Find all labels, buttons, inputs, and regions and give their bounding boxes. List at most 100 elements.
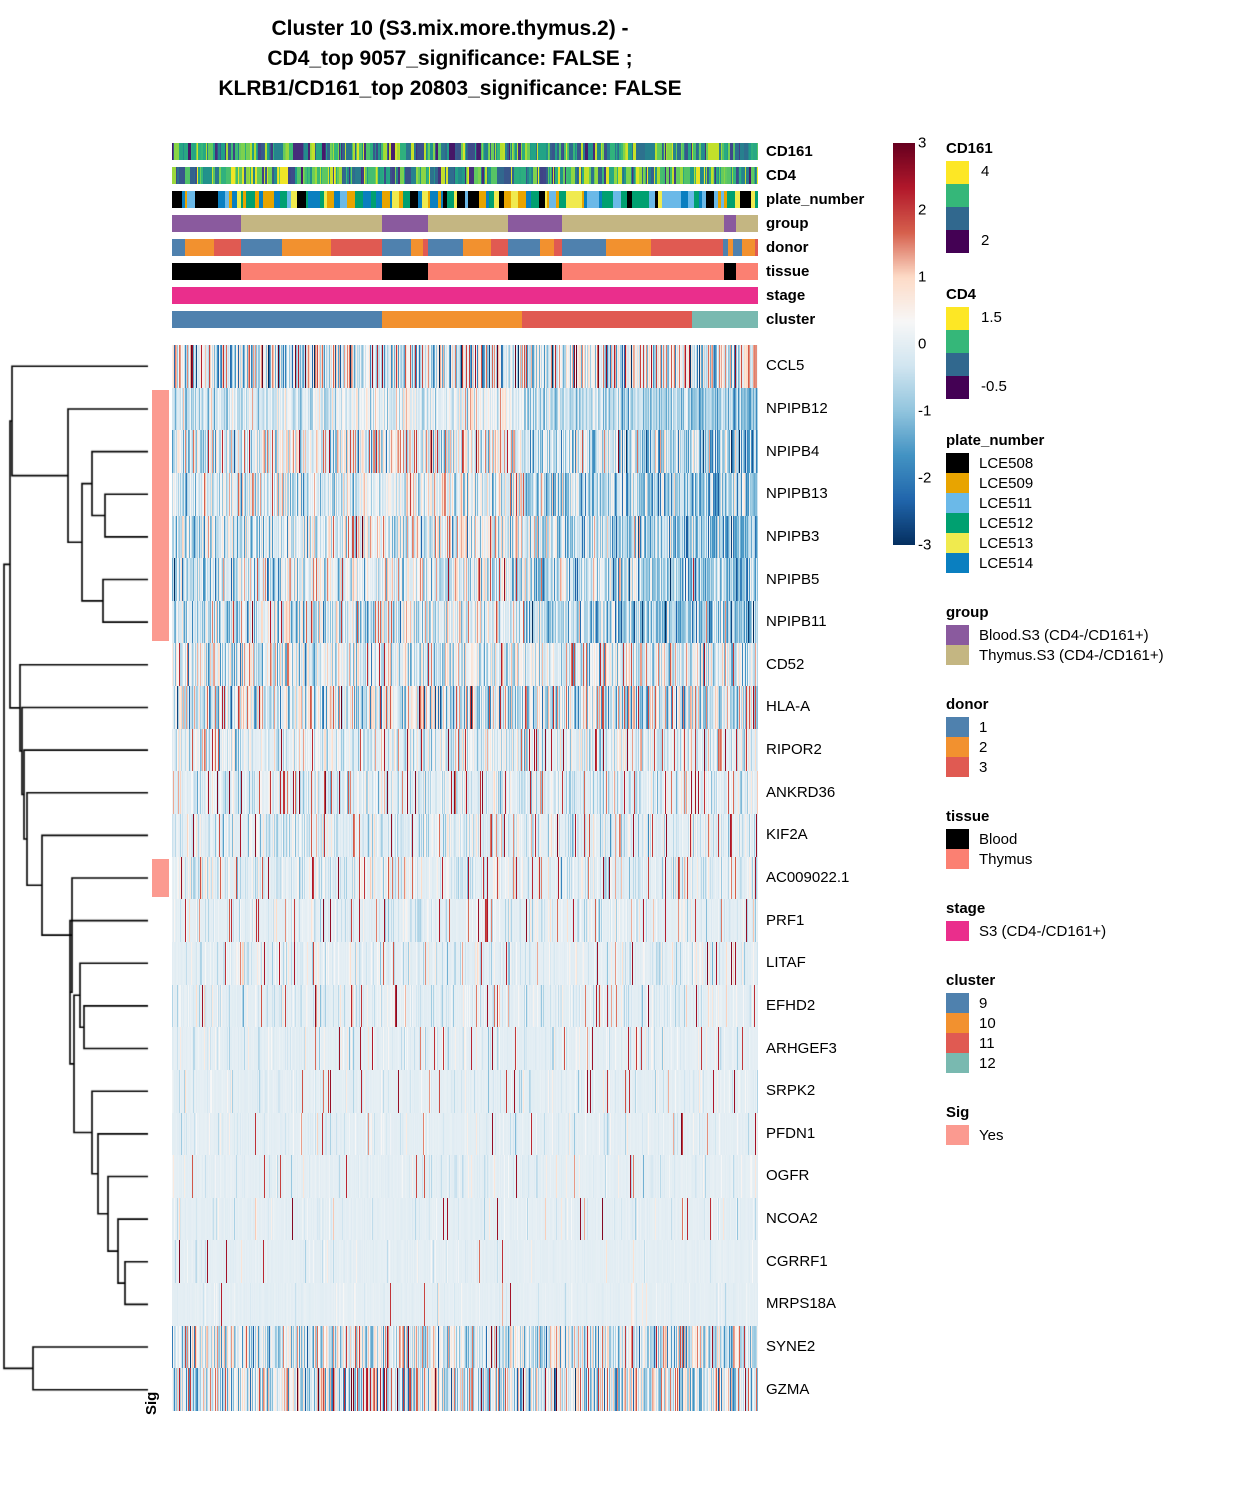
annotation-label-cluster: cluster bbox=[766, 311, 816, 328]
legend-item: LCE511 bbox=[946, 493, 1044, 513]
annotation-label-plate_number: plate_number bbox=[766, 191, 865, 208]
legend-swatch bbox=[946, 553, 969, 573]
colorbar-tick: -3 bbox=[918, 536, 932, 554]
legend-label: Thymus bbox=[979, 850, 1033, 868]
heatmap-row bbox=[172, 814, 758, 857]
heatmap-row bbox=[172, 472, 758, 516]
legend-title: cluster bbox=[946, 972, 996, 989]
legend-label: LCE511 bbox=[979, 494, 1033, 512]
legend-label: Blood bbox=[979, 830, 1018, 848]
heatmap-row bbox=[172, 558, 758, 601]
legend-swatch bbox=[946, 1013, 969, 1033]
annotation-row-stage bbox=[172, 287, 758, 304]
legend-swatch bbox=[946, 307, 969, 330]
legend-title: group bbox=[946, 604, 989, 621]
legend-item: 1 bbox=[946, 717, 989, 737]
legend-item: Thymus bbox=[946, 849, 1032, 869]
legend-swatch bbox=[946, 1125, 969, 1145]
annotation-label-donor: donor bbox=[766, 239, 809, 256]
legend-label: Thymus.S3 (CD4-/CD161+) bbox=[979, 646, 1164, 664]
legend-label: S3 (CD4-/CD161+) bbox=[979, 922, 1107, 940]
legend-swatch bbox=[946, 376, 969, 399]
legend-swatch bbox=[946, 849, 969, 869]
gene-label: RIPOR2 bbox=[766, 741, 822, 759]
legend-label: 2 bbox=[981, 232, 990, 249]
gene-label: LITAF bbox=[766, 954, 806, 972]
legend-item: 11 bbox=[946, 1033, 996, 1053]
legend-swatch bbox=[946, 921, 969, 941]
heatmap-row bbox=[172, 1112, 758, 1156]
heatmap-plot-area bbox=[172, 143, 758, 1411]
colorbar-tick: 2 bbox=[918, 201, 927, 219]
annotation-label-CD4: CD4 bbox=[766, 167, 797, 184]
legend-item: LCE509 bbox=[946, 473, 1044, 493]
gene-label: ARHGEF3 bbox=[766, 1039, 837, 1057]
gene-label: SRPK2 bbox=[766, 1082, 816, 1100]
annotation-row-group bbox=[172, 215, 758, 232]
legend-swatch bbox=[946, 829, 969, 849]
legend-swatch bbox=[946, 207, 969, 230]
gene-label: PFDN1 bbox=[766, 1124, 816, 1142]
legend-item: Blood bbox=[946, 829, 1032, 849]
legend-title: stage bbox=[946, 900, 986, 917]
legend-label: 9 bbox=[979, 994, 988, 1012]
title-line-2: CD4_top 9057_significance: FALSE ; bbox=[267, 47, 633, 70]
legend-title: CD4 bbox=[946, 286, 977, 303]
annotation-label-CD161: CD161 bbox=[766, 143, 813, 160]
gene-label: NPIPB12 bbox=[766, 399, 828, 417]
legend-item: LCE512 bbox=[946, 513, 1044, 533]
legend-title: CD161 bbox=[946, 140, 993, 157]
legend-swatch bbox=[946, 1033, 969, 1053]
legend-swatch bbox=[946, 625, 969, 645]
legend-item: 10 bbox=[946, 1013, 996, 1033]
heatmap-row bbox=[172, 941, 758, 985]
legend-swatch bbox=[946, 161, 969, 184]
legend-swatch bbox=[946, 493, 969, 513]
gene-label: ANKRD36 bbox=[766, 783, 836, 801]
legend-label: LCE513 bbox=[979, 534, 1034, 552]
legend-swatch bbox=[946, 737, 969, 757]
legend-swatch bbox=[946, 717, 969, 737]
legend-swatch bbox=[946, 453, 969, 473]
legend-label: 3 bbox=[979, 758, 988, 776]
heatmap-row bbox=[172, 387, 758, 431]
sig-block bbox=[152, 389, 169, 642]
heatmap-row bbox=[172, 1027, 758, 1070]
legend-cluster: cluster 9 10 11 12 bbox=[946, 972, 996, 1073]
heatmap-row bbox=[172, 1069, 758, 1113]
legend-item: 2 bbox=[946, 737, 989, 757]
legend-swatch bbox=[946, 184, 969, 207]
heatmap-row bbox=[172, 515, 758, 559]
page-title: Cluster 10 (S3.mix.more.thymus.2) - CD4_… bbox=[0, 14, 900, 104]
gene-label: NPIPB4 bbox=[766, 442, 820, 460]
legend-tissue: tissue Blood Thymus bbox=[946, 808, 1032, 869]
heatmap-row bbox=[172, 1155, 758, 1198]
legend-label: LCE514 bbox=[979, 554, 1034, 572]
legend-item: LCE514 bbox=[946, 553, 1044, 573]
legend-CD4: CD4 1.5 -0.5 bbox=[946, 286, 1007, 399]
heatmap-row bbox=[172, 856, 758, 900]
gene-label: MRPS18A bbox=[766, 1295, 837, 1313]
heatmap-row bbox=[172, 600, 758, 644]
heatmap-row bbox=[172, 984, 758, 1028]
legend-title: donor bbox=[946, 696, 989, 713]
gene-label: EFHD2 bbox=[766, 996, 816, 1014]
annotation-label-group: group bbox=[766, 215, 809, 232]
legend-label: -0.5 bbox=[981, 378, 1007, 395]
annotation-row-tissue bbox=[172, 263, 758, 280]
gene-label: KIF2A bbox=[766, 826, 808, 844]
legend-item: Yes bbox=[946, 1125, 1003, 1145]
colorbar-tick: 3 bbox=[918, 134, 927, 152]
legend-swatch bbox=[946, 533, 969, 553]
annotation-row-cluster bbox=[172, 311, 758, 328]
sig-annotation-bar bbox=[152, 345, 169, 1411]
legend-Sig: Sig Yes bbox=[946, 1104, 1003, 1145]
legend-swatch bbox=[946, 993, 969, 1013]
legend-label: 11 bbox=[979, 1034, 995, 1052]
gene-label: CCL5 bbox=[766, 357, 805, 375]
legend-swatch bbox=[946, 513, 969, 533]
gene-label: CD52 bbox=[766, 655, 805, 673]
heatmap-row bbox=[172, 643, 758, 687]
legend-item: LCE513 bbox=[946, 533, 1044, 553]
legend-label: Blood.S3 (CD4-/CD161+) bbox=[979, 626, 1149, 644]
